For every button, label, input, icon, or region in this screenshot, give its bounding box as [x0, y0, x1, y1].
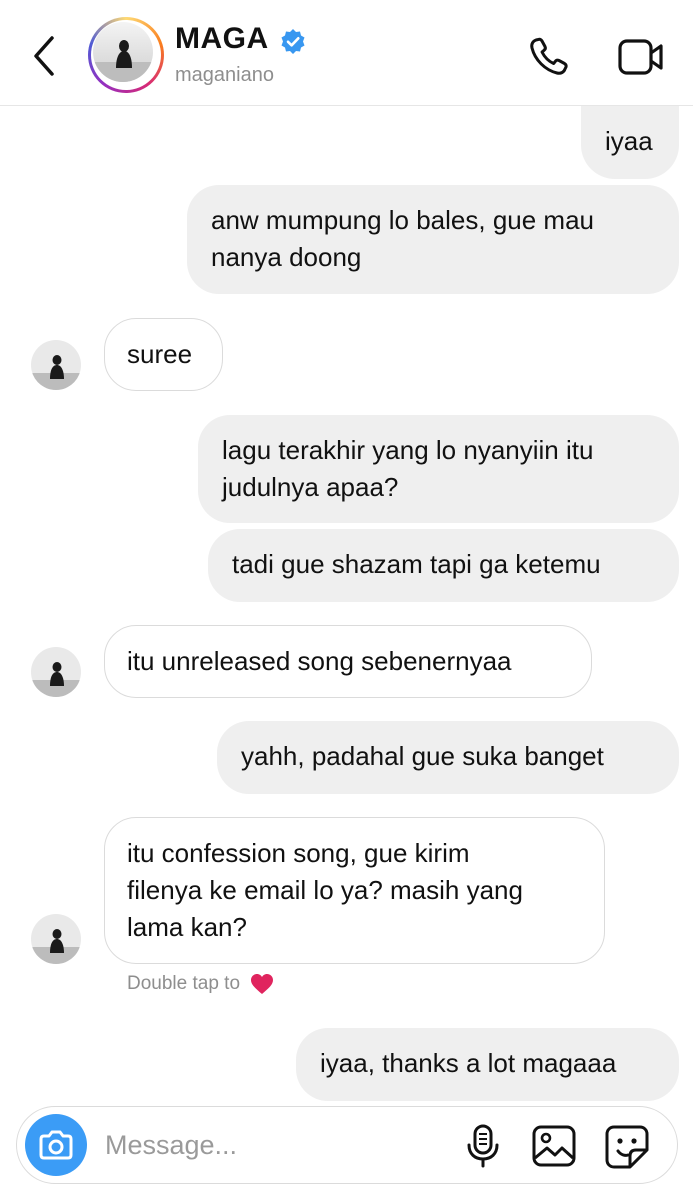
back-button[interactable]	[26, 30, 66, 82]
message-composer	[16, 1106, 678, 1184]
message-text: tadi gue shazam tapi ga ketemu	[232, 549, 601, 579]
sent-message[interactable]: lagu terakhir yang lo nyanyiin itu judul…	[198, 415, 679, 523]
message-text: suree	[127, 339, 193, 369]
video-camera-icon	[618, 39, 663, 75]
phone-icon	[530, 37, 568, 75]
gallery-button[interactable]	[531, 1124, 577, 1168]
received-message[interactable]: itu unreleased song sebenernyaa	[104, 625, 592, 698]
contact-handle: maganiano	[175, 64, 274, 86]
sticker-button[interactable]	[604, 1124, 650, 1170]
sender-avatar[interactable]	[31, 647, 81, 697]
profile-avatar[interactable]	[88, 17, 164, 93]
verified-badge-icon	[281, 29, 305, 54]
sent-message[interactable]: iyaa, thanks a lot magaaa	[296, 1028, 679, 1101]
sent-message[interactable]: anw mumpung lo bales, gue mau nanya doon…	[187, 185, 679, 294]
chat-header: MAGA maganiano	[0, 0, 693, 106]
message-input[interactable]	[103, 1123, 447, 1167]
message-text: yahh, padahal gue suka banget	[241, 741, 604, 771]
image-gallery-icon	[532, 1125, 576, 1167]
message-text: nanya doong	[211, 242, 362, 272]
double-tap-hint: Double tap to	[127, 972, 275, 996]
sender-avatar[interactable]	[31, 914, 81, 964]
sent-message[interactable]: tadi gue shazam tapi ga ketemu	[208, 529, 679, 602]
message-text: itu confession song, gue kirim	[127, 838, 470, 868]
message-text: anw mumpung lo bales, gue mau	[211, 205, 595, 235]
received-message[interactable]: itu confession song, gue kirim filenya k…	[104, 817, 605, 964]
microphone-icon	[467, 1124, 499, 1168]
message-text: filenya ke email lo ya? masih yang	[127, 875, 523, 905]
message-text: iyaa	[605, 126, 653, 156]
hint-text: Double tap to	[127, 973, 241, 995]
message-text: lama kan?	[127, 912, 247, 942]
message-text: judulnya apaa?	[222, 472, 399, 502]
chevron-left-icon	[34, 36, 54, 76]
camera-icon	[39, 1130, 73, 1160]
received-message[interactable]: suree	[104, 318, 223, 391]
sender-avatar[interactable]	[31, 340, 81, 390]
video-call-button[interactable]	[616, 36, 666, 78]
message-text: itu unreleased song sebenernyaa	[127, 646, 512, 676]
message-text: iyaa, thanks a lot magaaa	[320, 1048, 617, 1078]
heart-icon[interactable]	[249, 972, 275, 996]
audio-call-button[interactable]	[526, 36, 572, 78]
message-text: lagu terakhir yang lo nyanyiin itu	[222, 435, 594, 465]
contact-name[interactable]: MAGA	[175, 22, 269, 56]
sticker-icon	[605, 1125, 649, 1169]
voice-message-button[interactable]	[465, 1123, 501, 1169]
sent-message[interactable]: iyaa	[581, 106, 679, 179]
camera-button[interactable]	[25, 1114, 87, 1176]
sent-message[interactable]: yahh, padahal gue suka banget	[217, 721, 679, 794]
